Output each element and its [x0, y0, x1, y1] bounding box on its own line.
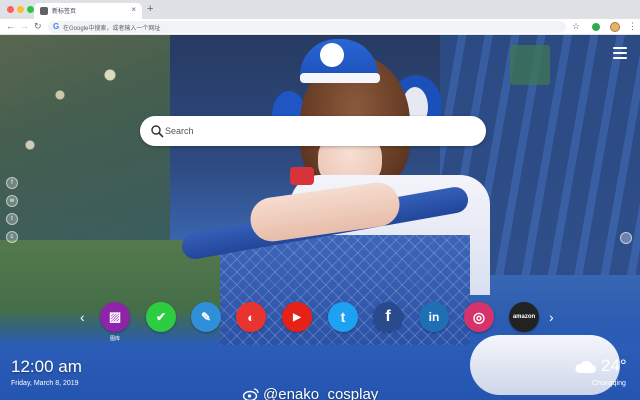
new-tab-button[interactable]: + — [147, 3, 153, 15]
google-icon: G — [53, 22, 60, 31]
address-bar[interactable]: G 在Google中搜索，或者输入一个网址 — [48, 21, 566, 33]
clock-time: 12:00 am — [11, 357, 82, 376]
browser-toolbar: ← → ↻ G 在Google中搜索，或者输入一个网址 ☆ ⋮ — [0, 19, 640, 35]
background-cap-visor — [300, 73, 380, 83]
menu-icon-bar — [613, 47, 627, 49]
dock-twitter-button[interactable]: t — [328, 302, 358, 332]
new-tab-page: Search f w t c ‹ ▨ 图库 ✔ ✎ ◐ ▶ t f in ◎ a… — [0, 35, 640, 400]
dock-facebook-button[interactable]: f — [373, 302, 403, 332]
maximize-window-button[interactable] — [27, 6, 34, 13]
rail-weibo-icon[interactable]: w — [6, 195, 18, 207]
menu-icon-bar — [613, 57, 627, 59]
dock-gallery-button[interactable]: ▨ — [100, 302, 130, 332]
linkedin-icon: in — [428, 310, 440, 324]
photo-credit-link[interactable]: @enako_cosplay — [263, 386, 378, 400]
address-bar-placeholder: 在Google中搜索，或者输入一个网址 — [63, 26, 161, 32]
weather-temperature: 24° — [601, 356, 627, 375]
dock-gallery-label: 图库 — [109, 336, 120, 342]
tab-title: 新标签页 — [52, 9, 77, 15]
search-bar[interactable]: Search — [140, 116, 486, 146]
minimize-window-button[interactable] — [17, 6, 24, 13]
reload-button[interactable]: ↻ — [34, 20, 42, 33]
background-cap-logo — [320, 43, 344, 67]
tab-strip: 新标签页 × + — [0, 0, 640, 19]
twitter-icon: t — [340, 309, 346, 325]
amazon-icon: amazon — [512, 314, 536, 320]
search-placeholder: Search — [165, 126, 194, 136]
extension-icon[interactable] — [592, 23, 600, 31]
forward-button[interactable]: → — [20, 20, 29, 33]
tab-favicon-icon — [40, 7, 48, 15]
dock-youtube-button[interactable]: ▶ — [282, 302, 312, 332]
gallery-icon: ▨ — [108, 309, 122, 324]
rail-twitter-icon[interactable]: t — [6, 213, 18, 225]
tasks-icon: ✔ — [155, 310, 167, 324]
background-sign — [510, 45, 550, 85]
cloud-icon — [575, 360, 596, 373]
dock-next-arrow-icon[interactable]: › — [549, 307, 554, 327]
dock-notes-button[interactable]: ✎ — [191, 302, 221, 332]
youtube-icon: ▶ — [293, 311, 301, 323]
clock-date: Friday, March 8, 2019 — [11, 380, 79, 387]
dock-games-button[interactable]: ◐ — [236, 302, 266, 332]
dock-linkedin-button[interactable]: in — [419, 302, 449, 332]
weibo-icon[interactable] — [243, 387, 259, 400]
dock-instagram-button[interactable]: ◎ — [464, 302, 494, 332]
instagram-icon: ◎ — [472, 308, 486, 325]
rail-wechat-icon[interactable]: c — [6, 231, 18, 243]
facebook-icon: f — [385, 308, 391, 325]
dock-tasks-button[interactable]: ✔ — [146, 302, 176, 332]
notes-icon: ✎ — [200, 310, 212, 324]
dock-amazon-button[interactable]: amazon — [509, 302, 539, 332]
weather-city: Chongqing — [592, 380, 626, 387]
browser-menu-icon[interactable]: ⋮ — [628, 20, 637, 33]
profile-avatar-icon[interactable] — [610, 22, 620, 32]
background-sleeve — [290, 167, 314, 185]
close-window-button[interactable] — [7, 6, 14, 13]
rail-facebook-icon[interactable]: f — [6, 177, 18, 189]
tab-new-tab[interactable]: 新标签页 × — [34, 3, 142, 19]
games-icon: ◐ — [247, 309, 255, 325]
back-button[interactable]: ← — [6, 20, 15, 33]
dock-prev-arrow-icon[interactable]: ‹ — [80, 307, 85, 327]
bookmark-star-icon[interactable]: ☆ — [572, 20, 580, 33]
search-icon — [151, 125, 164, 138]
right-side-toggle-button[interactable] — [620, 232, 632, 244]
menu-icon-bar — [613, 52, 627, 54]
menu-icon[interactable] — [613, 47, 627, 61]
tab-close-icon[interactable]: × — [131, 5, 136, 15]
